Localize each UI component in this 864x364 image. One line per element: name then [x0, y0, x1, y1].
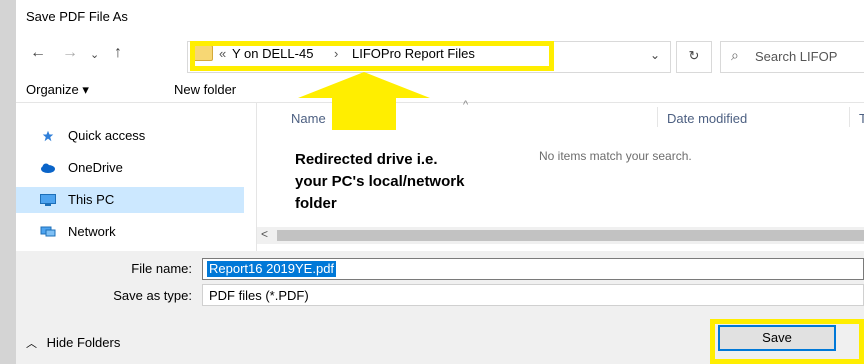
- up-arrow-icon[interactable]: ↑: [114, 44, 122, 62]
- hide-folders-label: Hide Folders: [46, 335, 121, 350]
- sidebar-item-label: This PC: [68, 192, 115, 207]
- new-folder-button[interactable]: New folder: [174, 82, 236, 97]
- scrollbar-thumb[interactable]: [277, 230, 864, 241]
- column-header-date-modified[interactable]: Date modified: [667, 111, 747, 126]
- sort-ascending-icon: ^: [463, 99, 469, 111]
- search-placeholder: Search LIFOP: [755, 49, 838, 64]
- sidebar-item-label: Network: [68, 224, 116, 239]
- file-name-label: File name:: [131, 261, 192, 276]
- navigation-pane: Quick access OneDrive This PC Network: [16, 103, 256, 251]
- save-as-type-select[interactable]: PDF files (*.PDF): [202, 284, 864, 306]
- annotation-up-arrow: [298, 72, 430, 130]
- column-divider[interactable]: [657, 107, 658, 127]
- save-dialog: Save PDF File As ← → ⌄ ↑ ⌄ « Y on DELL-4…: [16, 0, 864, 364]
- chevron-up-icon: ︿: [26, 338, 37, 350]
- sidebar-item-this-pc[interactable]: This PC: [16, 187, 244, 213]
- column-divider[interactable]: [849, 107, 850, 127]
- network-icon: [40, 226, 56, 237]
- annotation-line: Redirected drive i.e.: [295, 151, 438, 168]
- search-box[interactable]: ⌕ Search LIFOP: [720, 41, 864, 73]
- save-as-type-label: Save as type:: [113, 288, 192, 303]
- sidebar-item-label: Quick access: [68, 128, 146, 143]
- empty-message: No items match your search.: [539, 149, 692, 163]
- forward-arrow-icon[interactable]: →: [62, 44, 78, 62]
- cloud-icon: [41, 163, 55, 173]
- save-as-type-value: PDF files (*.PDF): [209, 288, 309, 303]
- sidebar-item-quick-access[interactable]: Quick access: [16, 123, 244, 149]
- annotation-text: Redirected drive i.e. your PC's local/ne…: [295, 149, 555, 215]
- organize-menu-button[interactable]: Organize ▾: [26, 82, 89, 98]
- save-button[interactable]: Save: [718, 325, 836, 351]
- address-highlight-box: [190, 41, 554, 71]
- navigation-bar: ← → ⌄ ↑ ⌄ « Y on DELL-45 › LIFOPro Repor…: [16, 34, 864, 78]
- sidebar-item-onedrive[interactable]: OneDrive: [16, 155, 244, 181]
- command-bar: Organize ▾ New folder: [16, 78, 864, 103]
- scroll-left-arrow-icon[interactable]: <: [261, 227, 268, 241]
- annotation-line: your PC's local/network: [295, 173, 465, 190]
- sidebar-item-label: OneDrive: [68, 160, 123, 175]
- search-icon: ⌕: [731, 47, 739, 63]
- column-header-type[interactable]: T: [859, 111, 864, 126]
- hide-folders-button[interactable]: ︿ Hide Folders: [26, 335, 120, 351]
- monitor-icon: [40, 194, 56, 206]
- file-name-input[interactable]: Report16 2019YE.pdf: [202, 258, 864, 280]
- refresh-button[interactable]: ↻: [676, 41, 712, 73]
- star-icon: [42, 130, 54, 142]
- horizontal-scrollbar[interactable]: <: [257, 227, 864, 244]
- recent-locations-chevron-icon[interactable]: ⌄: [90, 48, 99, 61]
- address-dropdown-chevron-icon[interactable]: ⌄: [650, 48, 660, 62]
- back-arrow-icon[interactable]: ←: [30, 44, 46, 62]
- refresh-icon: ↻: [688, 48, 700, 63]
- dialog-title: Save PDF File As: [26, 9, 128, 24]
- title-bar: Save PDF File As: [16, 0, 864, 34]
- annotation-line: folder: [295, 195, 337, 212]
- file-name-value[interactable]: Report16 2019YE.pdf: [207, 261, 337, 277]
- sidebar-item-network[interactable]: Network: [16, 219, 244, 245]
